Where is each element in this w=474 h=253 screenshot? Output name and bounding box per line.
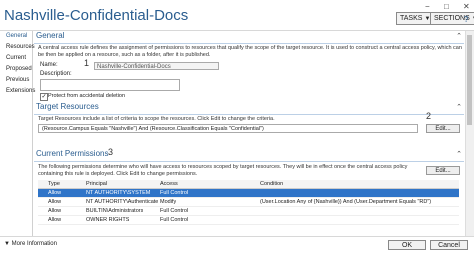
cancel-button[interactable]: Cancel [430,240,468,250]
cell-principal: NT AUTHORITY\Authenticated Us... [86,199,158,205]
minimize-button[interactable]: − [425,2,430,11]
column-principal[interactable]: Principal [86,180,107,188]
chevron-down-icon: ▼ [4,241,10,247]
nav-item-current[interactable]: Current [0,53,32,64]
description-field[interactable] [40,79,180,91]
nav-item-proposed[interactable]: Proposed [0,64,32,75]
column-type[interactable]: Type [48,180,60,188]
footer-bar: ▼ More Information OK Cancel [0,236,474,253]
section-nav: General Resources Current Proposed Previ… [0,31,35,236]
target-heading: Target Resources [36,102,99,111]
tasks-label: TASKS [400,15,423,22]
scrollbar-thumb[interactable] [467,35,472,125]
close-button[interactable]: ✕ [463,2,470,11]
permissions-description: The following permissions determine who … [38,164,408,177]
nav-item-resources[interactable]: Resources [0,42,35,53]
maximize-button[interactable]: □ [444,2,449,11]
cell-principal: OWNER RIGHTS [86,217,130,223]
nav-item-general[interactable]: General [0,31,32,42]
dialog-window: Nashville-Confidential-Docs − □ ✕ TASKS ▼… [0,0,474,253]
more-information-label: More Information [11,241,57,247]
vertical-scrollbar[interactable] [465,31,474,236]
cell-access: Full Control [160,208,189,214]
title-bar: Nashville-Confidential-Docs − □ ✕ TASKS ▼… [0,0,474,31]
table-row[interactable]: Allow BUILTIN\Administrators Full Contro… [38,207,459,216]
target-criteria: (Resource.Campus Equals "Nashville") And… [38,124,418,133]
nav-item-previous[interactable]: Previous [0,75,32,86]
name-field[interactable]: Nashville-Confidential-Docs [94,62,219,70]
collapse-icon[interactable]: ⌃ [456,103,462,111]
cell-access: Full Control [160,217,189,223]
nav-item-extensions[interactable]: Extensions [0,86,35,97]
protect-checkbox[interactable]: ✓ [40,93,48,101]
cell-access: Modify [160,199,177,205]
window-title: Nashville-Confidential-Docs [4,7,189,24]
tasks-menu-button[interactable]: TASKS ▼ [396,12,435,25]
name-label: Name: [40,62,58,68]
cell-principal: BUILTIN\Administrators [86,208,144,214]
general-section-header[interactable]: General ⌃ [34,31,464,44]
column-access[interactable]: Access [160,180,178,188]
more-information-toggle[interactable]: ▼ More Information [4,241,57,247]
callout-1: 1 [84,58,90,68]
general-description: A central access rule defines the assign… [38,45,462,58]
cell-principal: NT AUTHORITY\SYSTEM [86,190,151,196]
cell-condition: (User.Location Any of {Nashville}) And (… [260,199,432,205]
permissions-edit-button[interactable]: Edit... [426,166,460,175]
table-header: Type Principal Access Condition [38,180,459,189]
protect-label: Protect from accidental deletion [48,93,126,99]
description-label: Description: [40,71,72,77]
cell-type: Allow [48,217,62,223]
table-row[interactable]: Allow OWNER RIGHTS Full Control [38,216,459,225]
cell-type: Allow [48,208,62,214]
help-icon[interactable]: ? [464,15,468,24]
permissions-heading: Current Permissions [36,149,109,158]
table-row[interactable]: Allow NT AUTHORITY\Authenticated Us... M… [38,198,459,207]
cell-type: Allow [48,199,62,205]
ok-button[interactable]: OK [388,240,426,250]
callout-2: 2 [426,111,432,121]
callout-3: 3 [108,147,114,157]
permissions-section-header[interactable]: Current Permissions ⌃ [34,149,464,162]
general-heading: General [36,31,65,40]
target-section-header[interactable]: Target Resources ⌃ [34,102,464,115]
collapse-icon[interactable]: ⌃ [456,32,462,40]
cell-type: Allow [48,190,62,196]
main-content: General ⌃ A central access rule defines … [34,31,464,236]
cell-access: Full Control [160,190,189,196]
table-row[interactable]: Allow NT AUTHORITY\SYSTEM Full Control [38,189,459,198]
target-edit-button[interactable]: Edit... [426,124,460,133]
target-description: Target Resources include a list of crite… [38,116,275,122]
collapse-icon[interactable]: ⌃ [456,150,462,158]
column-condition[interactable]: Condition [260,180,283,188]
